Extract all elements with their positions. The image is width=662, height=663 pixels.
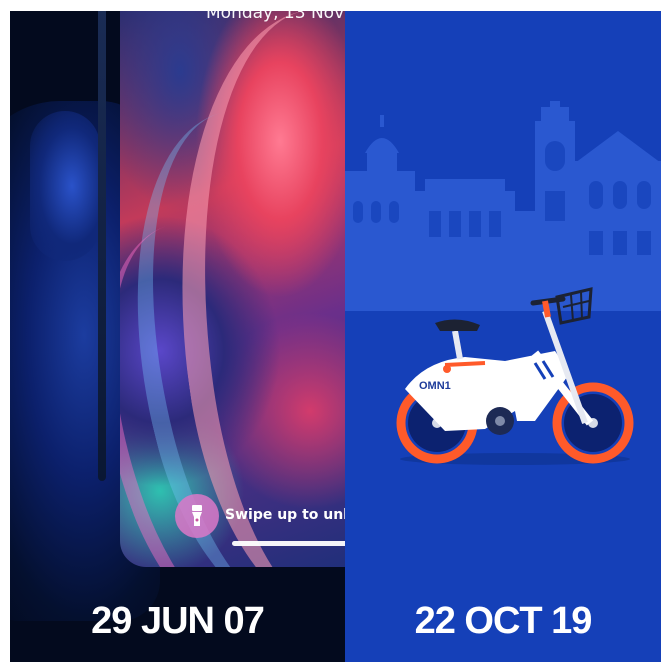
comparison-image: Monday, 13 Nove Swipe up to unl 29 JUN 0… [10, 11, 661, 662]
home-indicator[interactable] [232, 541, 345, 546]
date-caption-right: 22 OCT 19 [414, 600, 593, 642]
lockscreen-date: Monday, 13 Nove [206, 11, 345, 23]
bike-illustration: OMN1 [396, 287, 634, 465]
left-panel: Monday, 13 Nove Swipe up to unl 29 JUN 0… [10, 11, 345, 662]
city-skyline [345, 101, 661, 311]
flashlight-button[interactable] [175, 494, 219, 538]
date-caption-left: 29 JUN 07 [91, 600, 265, 642]
swipe-hint: Swipe up to unl [225, 507, 345, 523]
bike-brand: OMN1 [419, 380, 451, 392]
flashlight-icon [192, 505, 202, 526]
right-panel: OMN1 22 OCT 19 [345, 11, 661, 662]
phone-edge [98, 11, 106, 481]
bike-basket [555, 287, 593, 325]
finger-silhouette [30, 111, 100, 261]
phone-lockscreen: Monday, 13 Nove Swipe up to unl [120, 11, 345, 567]
